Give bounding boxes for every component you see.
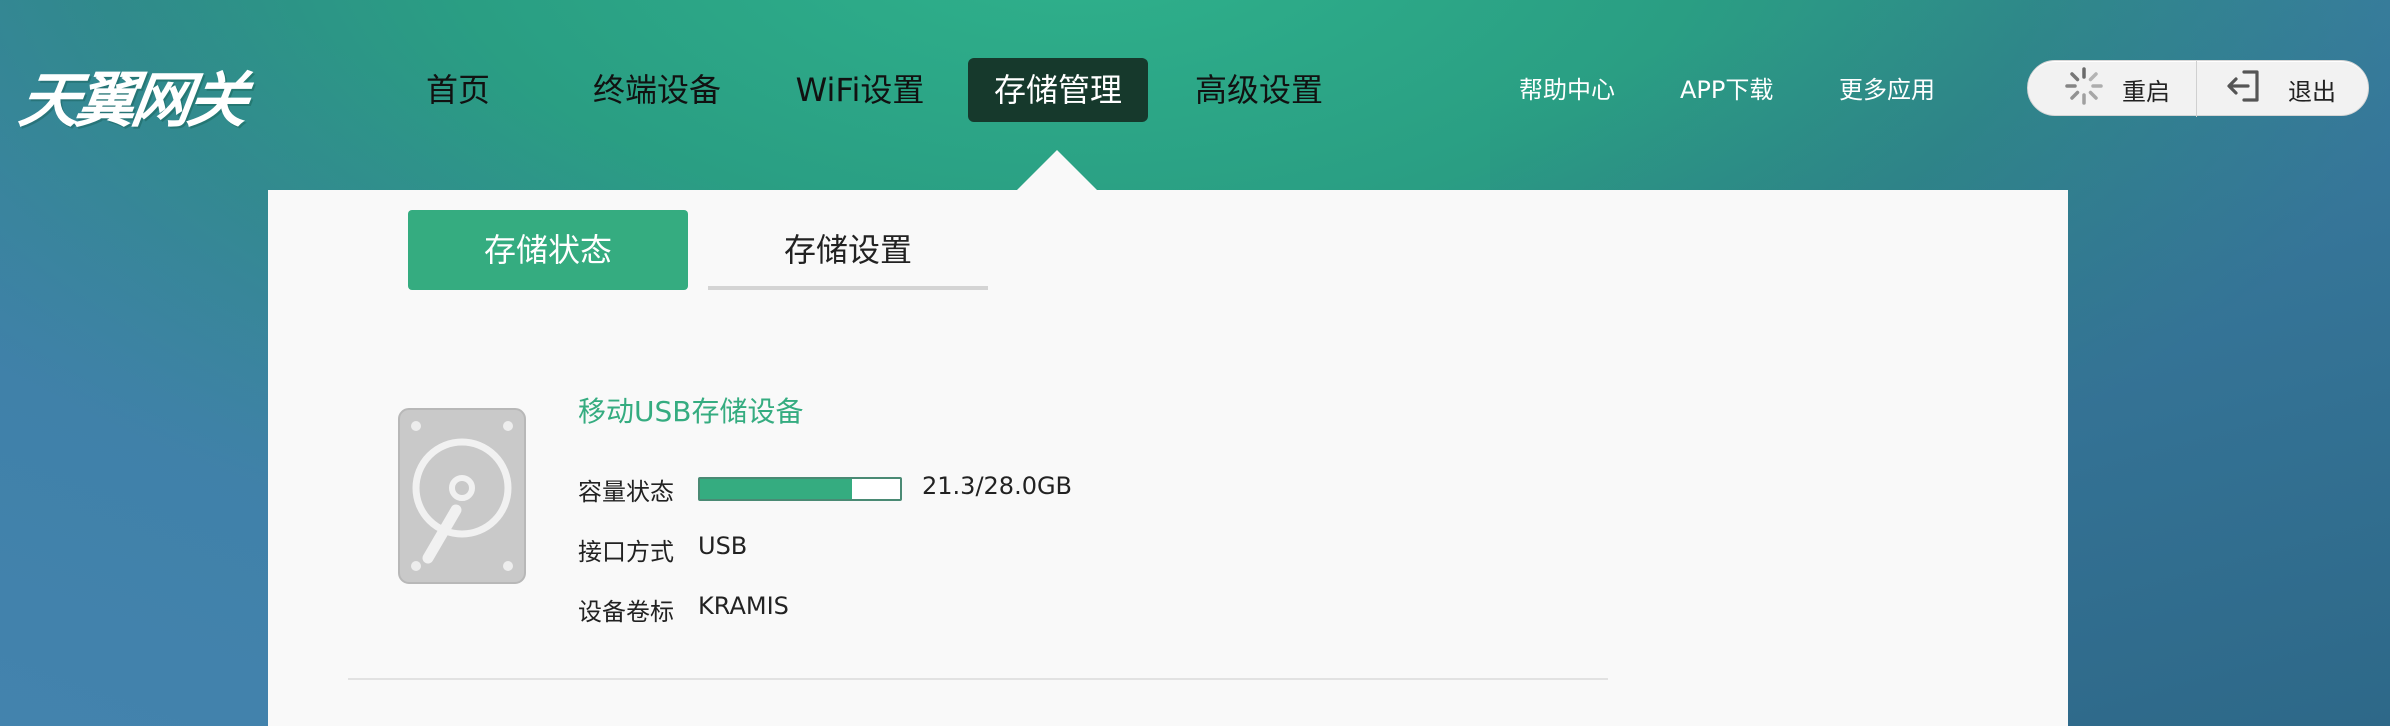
logout-icon (2224, 66, 2264, 112)
app-download-link[interactable]: APP下载 (1680, 70, 1773, 110)
action-divider (2196, 61, 2197, 117)
hard-drive-icon (398, 408, 526, 584)
volume-label-label: 设备卷标 (578, 598, 674, 626)
nav-devices[interactable]: 终端设备 (572, 58, 742, 122)
tab-storage-settings[interactable]: 存储设置 (708, 210, 988, 290)
device-title: 移动USB存储设备 (578, 395, 804, 428)
logout-label: 退出 (2288, 77, 2336, 106)
spinner-icon (2064, 66, 2104, 112)
nav-storage-management[interactable]: 存储管理 (968, 58, 1148, 122)
volume-label-value: KRAMIS (698, 592, 789, 620)
logout-button[interactable]: 退出 (2224, 61, 2336, 117)
nav-advanced-settings[interactable]: 高级设置 (1174, 58, 1344, 122)
nav-home[interactable]: 首页 (398, 58, 518, 122)
content-panel: 存储状态 存储设置 移动USB存储设备 容量状态 21.3/28.0GB 接口方… (268, 190, 2068, 726)
restart-button[interactable]: 重启 (2064, 61, 2170, 117)
more-apps-link[interactable]: 更多应用 (1839, 70, 1935, 110)
capacity-label: 容量状态 (578, 478, 674, 506)
nav-wifi-settings[interactable]: WiFi设置 (776, 58, 944, 122)
capacity-progress-bar (698, 477, 902, 501)
header-action-group: 重启 退出 (2027, 60, 2369, 117)
section-divider (348, 678, 1608, 680)
capacity-progress-fill (700, 479, 853, 499)
logo[interactable]: 天翼网关 (15, 52, 251, 136)
tab-storage-status[interactable]: 存储状态 (408, 210, 688, 290)
active-nav-indicator (1017, 150, 1097, 190)
interface-value: USB (698, 532, 748, 560)
capacity-value: 21.3/28.0GB (922, 472, 1073, 500)
restart-label: 重启 (2122, 77, 2170, 106)
help-center-link[interactable]: 帮助中心 (1519, 70, 1615, 110)
interface-label: 接口方式 (578, 538, 674, 566)
